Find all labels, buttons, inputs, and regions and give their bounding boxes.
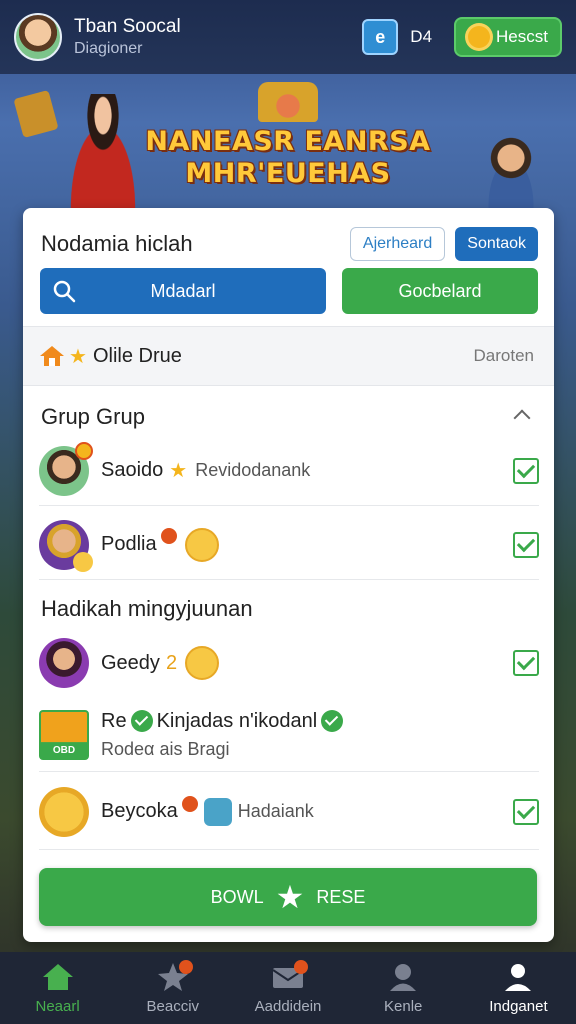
list-item-desc: Revidodanank [195,460,311,480]
cta-right-label: RESE [316,886,366,907]
home-icon [42,963,73,990]
chevron-up-icon[interactable] [513,409,531,427]
top-action-button[interactable]: Hescst [454,17,562,57]
smile-emoji-icon [185,646,220,680]
list-item-name: Podlia [101,533,157,555]
card-title: Nodamia hiclah [41,231,193,256]
list-item-desc: Hadaiank [237,801,314,821]
list-item-name: Beycoka [101,800,178,822]
filter-label: Olile Drue [92,344,182,367]
search-button-label: Mdadarl [150,280,216,301]
banner-title-line2: MHR'EUEHAS [185,158,391,189]
card-header: Nodamia hiclah Ajerheard Sontaok [41,224,538,264]
nav-label: Beacciv [146,997,200,1015]
nav-label: Neaarl [35,997,80,1015]
list-item-name: Geedy [101,651,160,674]
sun-icon [468,26,491,48]
star-icon: ★ [275,879,305,915]
top-bar: Tban Soocal Diagioner e D4 Hescst [0,0,576,74]
list-item[interactable]: OBD Re Kinjadas n'ikodanl Rodeα ais Brag… [39,698,539,772]
search-icon [53,280,76,303]
sparkle-icon: ★ [169,460,188,482]
top-action-label: Hescst [496,27,548,46]
coin-avatar [39,786,89,837]
solid-pill-button[interactable]: Sontaok [455,227,538,261]
search-button[interactable]: Mdadarl [40,268,326,314]
user-subtitle: Diagioner [74,40,143,57]
checkbox[interactable] [513,798,539,825]
cta-left-label: BOWL [210,886,264,907]
currency-icon[interactable]: e [362,19,399,55]
list-item[interactable]: Podlia [39,510,539,580]
list-item[interactable]: Saoido ★ Revidodanank [39,436,539,506]
list-item[interactable]: Beycoka Hadaiank [39,774,539,850]
top-actions: e D4 Hescst [362,17,562,57]
notification-dot [181,795,198,812]
primary-cta-button[interactable]: BOWL ★ RESE [39,868,537,926]
home-icon [40,346,64,366]
nav-label: Aaddidein [254,997,322,1015]
list-item[interactable]: Geedy 2 [39,628,539,698]
outline-pill-button[interactable]: Ajerheard [349,227,446,261]
nav-item-person[interactable]: Kenle [346,952,461,1024]
filter-right-label[interactable]: Daroten [474,346,534,366]
user-info: Tban Soocal Diagioner [74,16,181,58]
section-title-1: Grup Grup [41,404,145,429]
smile-emoji-icon [184,527,219,562]
section-title-2: Hadikah mingyjuunan [41,596,253,621]
star-icon: ★ [69,345,87,368]
notification-dot [160,527,177,544]
avatar [39,441,93,496]
notification-dot [179,960,194,974]
checkbox[interactable] [513,650,539,676]
list-item-name: Re [101,709,127,732]
mascot-icon [258,82,318,122]
badge-icon [75,441,93,460]
nav-label: Kenle [384,997,423,1015]
green-action-button[interactable]: Gocbelard [342,268,538,314]
avatar [39,519,93,572]
banner-title-line1: NANEASR EANRSA [145,126,431,157]
filter-bar[interactable]: ★ Olile Drue Daroten [23,326,554,386]
nav-item-profile[interactable]: Indganet [461,952,576,1024]
game-tile-label: OBD [52,744,76,756]
nav-item-star[interactable]: Beacciv [115,952,230,1024]
avatar [39,638,89,688]
notification-dot [294,960,309,974]
list-item-name: Saoido [101,459,164,481]
list-item-desc: Rodeα ais Bragi [101,738,230,759]
bottom-navigation: Neaarl Beacciv Aaddidein Kenle Indganet [0,952,576,1024]
person-icon [390,963,417,991]
user-avatar[interactable] [14,13,62,61]
profile-icon [505,963,532,991]
checkbox[interactable] [513,531,539,558]
nav-item-mail[interactable]: Aaddidein [230,952,345,1024]
list-item-name-tail: Kinjadas n'ikodanl [156,709,318,732]
checkbox[interactable] [513,457,539,484]
nav-label: Indganet [489,997,548,1015]
verified-icon [130,710,153,732]
list-item-text: Re Kinjadas n'ikodanl Rodeα ais Bragi [101,709,344,760]
main-card: Nodamia hiclah Ajerheard Sontaok Mdadarl… [23,208,554,942]
nav-item-home[interactable]: Neaarl [0,952,115,1024]
list-item-count: 2 [165,651,178,674]
user-name: Tban Soocal [74,16,181,37]
verified-icon [321,710,344,732]
coin-icon [73,551,93,572]
hero-banner: NANEASR EANRSA MHR'EUEHAS [0,74,576,210]
character-icon [203,797,232,826]
game-tile-icon: OBD [39,709,89,760]
currency-count: D4 [410,27,433,46]
